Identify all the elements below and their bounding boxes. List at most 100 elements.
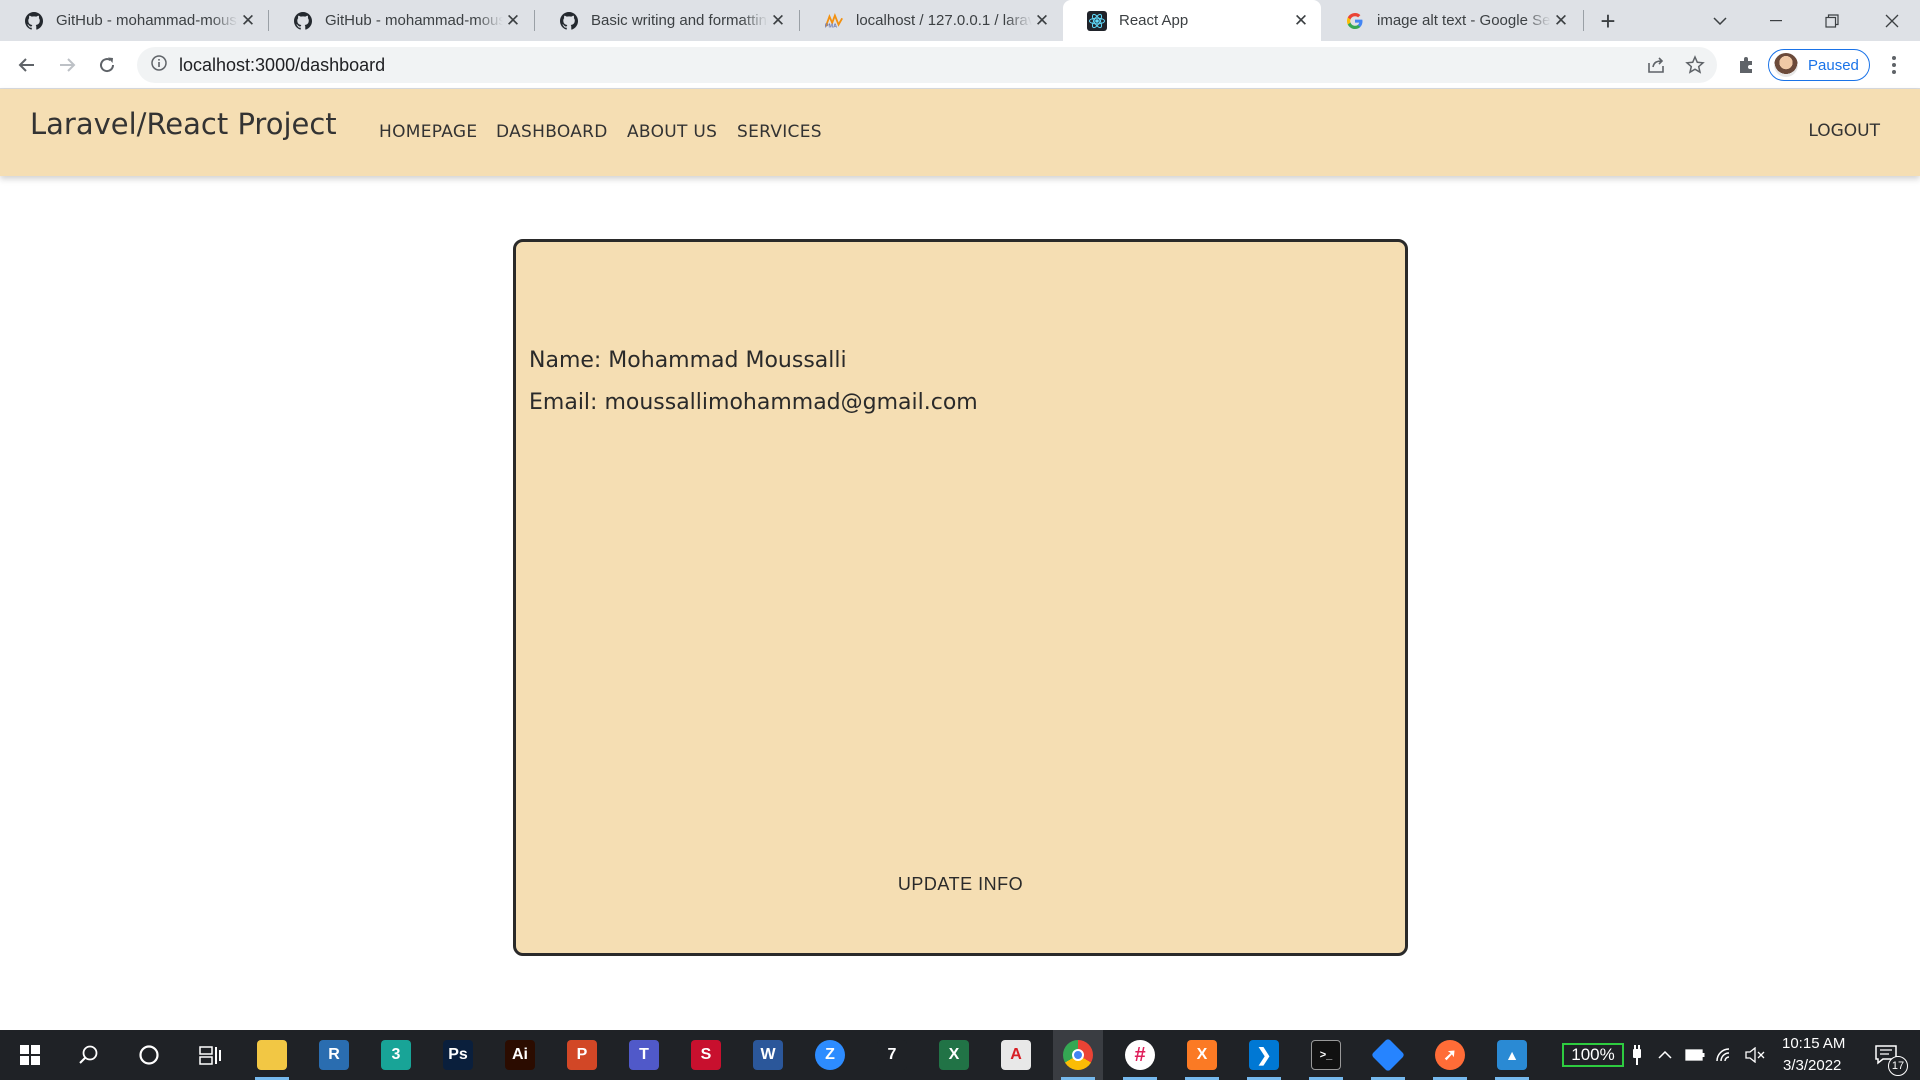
terminal-icon: >_	[1311, 1040, 1341, 1070]
acrobat-label: A	[1010, 1046, 1022, 1063]
extensions-puzzle-icon[interactable]	[1730, 49, 1762, 81]
browser-toolbar: localhost:3000/dashboard Paused	[0, 41, 1920, 89]
tab-search-chevron-icon[interactable]	[1692, 0, 1748, 41]
taskbar-app-teams[interactable]: T	[619, 1030, 669, 1080]
react-icon	[1087, 10, 1107, 31]
xampp-label: X	[1196, 1046, 1208, 1063]
photoshop-label: Ps	[448, 1046, 468, 1063]
address-bar[interactable]: localhost:3000/dashboard	[137, 47, 1717, 83]
notification-count-badge: 17	[1888, 1056, 1908, 1076]
site-navbar: Laravel/React Project HOMEPAGE DASHBOARD…	[0, 89, 1920, 176]
taskbar-app-zoom[interactable]: Z	[805, 1030, 855, 1080]
tab-title: React App	[1119, 12, 1189, 29]
info-icon[interactable]	[151, 55, 167, 75]
vscode-icon: ❯	[1249, 1040, 1279, 1070]
tab-close-icon[interactable]: ✕	[1551, 11, 1571, 31]
tab-close-icon[interactable]: ✕	[1291, 11, 1311, 31]
nav-link-homepage[interactable]: HOMEPAGE	[379, 122, 477, 142]
taskbar-app-sketchup[interactable]: S	[681, 1030, 731, 1080]
taskbar-app-photos[interactable]: ▲	[1487, 1030, 1537, 1080]
zoom-label: Z	[825, 1046, 835, 1063]
new-tab-plus-icon[interactable]: +	[1592, 5, 1624, 37]
cortana-circle-icon[interactable]	[124, 1030, 174, 1080]
taskbar-app-photoshop[interactable]: Ps	[433, 1030, 483, 1080]
nav-link-services[interactable]: SERVICES	[737, 122, 822, 142]
taskbar-app-rhino[interactable]: 7	[867, 1030, 917, 1080]
taskbar-app-3ds-max[interactable]: 3	[371, 1030, 421, 1080]
browser-tab[interactable]: GitHub - mohammad-moussalli ✕	[269, 0, 533, 41]
browser-tab-strip: GitHub - mohammad-moussalli ✕ GitHub - m…	[0, 0, 1920, 41]
taskbar-app-xampp[interactable]: X	[1177, 1030, 1227, 1080]
3ds-max-icon: 3	[381, 1040, 411, 1070]
tab-close-icon[interactable]: ✕	[1032, 11, 1052, 31]
github-icon	[559, 11, 579, 31]
3ds-max-label: 3	[391, 1046, 401, 1063]
logout-link[interactable]: LOGOUT	[1808, 121, 1880, 141]
browser-tab[interactable]: image alt text - Google Search ✕	[1321, 0, 1581, 41]
profile-name: Name: Mohammad Moussalli	[529, 348, 847, 373]
share-icon[interactable]	[1640, 49, 1672, 81]
browser-tab[interactable]: GitHub - mohammad-moussalli ✕	[0, 0, 268, 41]
taskbar-app-word[interactable]: W	[743, 1030, 793, 1080]
tab-title: GitHub - mohammad-moussalli	[56, 12, 238, 29]
clock-time[interactable]: 10:15 AM	[1782, 1035, 1845, 1052]
forward-arrow-icon[interactable]	[51, 49, 83, 81]
tab-title: image alt text - Google Search	[1377, 12, 1551, 29]
sketchup-icon: S	[691, 1040, 721, 1070]
battery-percent: 100%	[1571, 1045, 1615, 1064]
excel-icon: X	[939, 1040, 969, 1070]
tab-close-icon[interactable]: ✕	[503, 11, 523, 31]
taskbar-app-sourcetree[interactable]	[1363, 1030, 1413, 1080]
tab-close-icon[interactable]: ✕	[768, 11, 788, 31]
rhino-icon: 7	[877, 1040, 907, 1070]
tab-close-icon[interactable]: ✕	[238, 11, 258, 31]
teams-label: T	[639, 1046, 649, 1063]
taskbar-app-vscode[interactable]: ❯	[1239, 1030, 1289, 1080]
taskbar-app-powerpoint[interactable]: P	[557, 1030, 607, 1080]
rhino-label: 7	[887, 1046, 897, 1063]
taskbar-app-chrome[interactable]	[1053, 1030, 1103, 1080]
site-brand[interactable]: Laravel/React Project	[30, 107, 337, 141]
rstudio-label: R	[328, 1046, 340, 1063]
volume-muted-icon[interactable]	[1730, 1030, 1780, 1080]
browser-tab-active[interactable]: React App ✕	[1063, 0, 1321, 41]
address-url: localhost:3000/dashboard	[179, 54, 386, 75]
nav-link-dashboard[interactable]: DASHBOARD	[496, 122, 608, 142]
search-icon[interactable]	[64, 1030, 114, 1080]
notifications-icon[interactable]: 17	[1862, 1030, 1912, 1080]
slack-icon: #	[1125, 1040, 1155, 1070]
nav-link-about-us[interactable]: ABOUT US	[627, 122, 717, 142]
teams-icon: T	[629, 1040, 659, 1070]
menu-kebab-icon[interactable]	[1878, 49, 1910, 81]
taskbar-app-postman[interactable]: ➚	[1425, 1030, 1475, 1080]
tab-title: localhost / 127.0.0.1 / laravel	[856, 12, 1032, 29]
update-info-button[interactable]: UPDATE INFO	[898, 874, 1023, 895]
taskbar-app-excel[interactable]: X	[929, 1030, 979, 1080]
taskbar-app-rstudio[interactable]: R	[309, 1030, 359, 1080]
postman-icon: ➚	[1435, 1040, 1465, 1070]
taskbar-app-slack[interactable]: #	[1115, 1030, 1165, 1080]
taskbar-app-acrobat[interactable]: A	[991, 1030, 1041, 1080]
back-arrow-icon[interactable]	[11, 49, 43, 81]
profile-email: Email: moussallimohammad@gmail.com	[529, 390, 978, 415]
bookmark-star-icon[interactable]	[1679, 49, 1711, 81]
start-windows-icon[interactable]	[5, 1030, 55, 1080]
word-icon: W	[753, 1040, 783, 1070]
task-view-icon[interactable]	[185, 1030, 235, 1080]
restore-icon[interactable]	[1804, 0, 1860, 41]
sketchup-label: S	[700, 1046, 712, 1063]
taskbar-app-illustrator[interactable]: Ai	[495, 1030, 545, 1080]
taskbar-app-file-explorer[interactable]	[247, 1030, 297, 1080]
taskbar-app-terminal[interactable]: >_	[1301, 1030, 1351, 1080]
browser-tab[interactable]: Basic writing and formatting ✕	[535, 0, 798, 41]
windows-taskbar: R 3 Ps Ai P T S W Z 7 X A # X ❯ >_ ➚ ▲ 100% 10:15 AM 3/3/…	[0, 1030, 1920, 1080]
reload-icon[interactable]	[91, 49, 123, 81]
browser-tab[interactable]: PMA localhost / 127.0.0.1 / laravel ✕	[800, 0, 1062, 41]
close-window-icon[interactable]	[1864, 0, 1920, 41]
minimize-icon[interactable]	[1748, 0, 1804, 41]
tab-title: GitHub - mohammad-moussalli	[325, 12, 503, 29]
file-explorer-icon	[257, 1040, 287, 1070]
clock-date[interactable]: 3/3/2022	[1783, 1057, 1841, 1074]
profile-paused-button[interactable]: Paused	[1768, 49, 1870, 81]
github-icon	[293, 11, 313, 31]
